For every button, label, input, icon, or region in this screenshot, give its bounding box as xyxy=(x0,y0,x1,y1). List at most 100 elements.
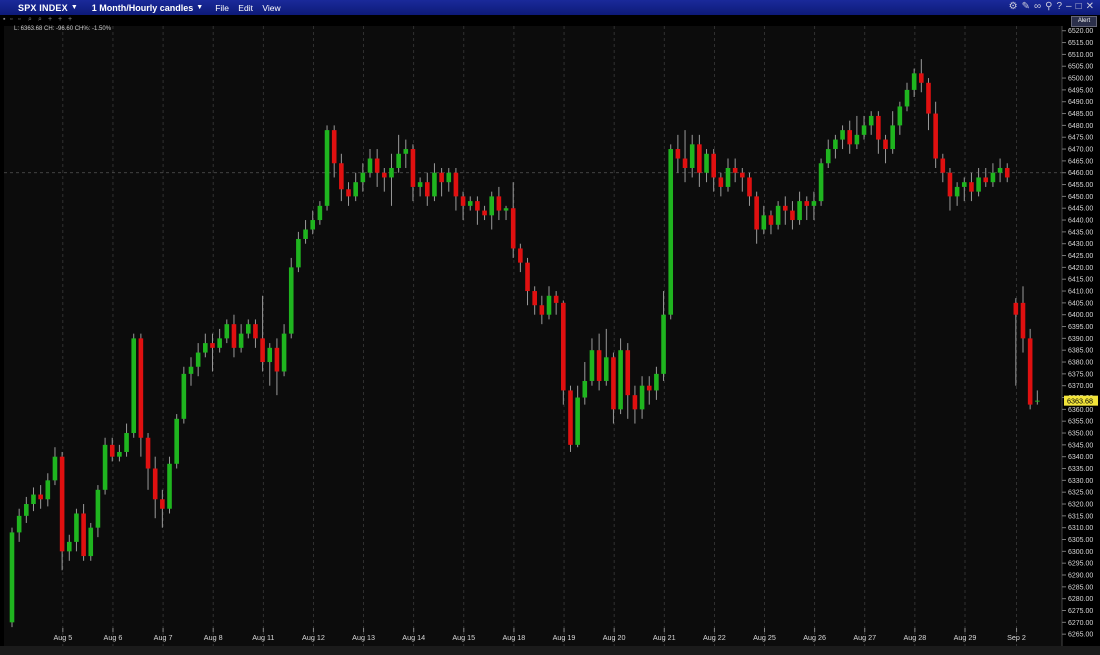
time-tick-label: Aug 7 xyxy=(154,633,173,642)
candle-body xyxy=(861,125,867,135)
candle-body xyxy=(811,201,817,206)
time-tick-label: Aug 12 xyxy=(302,633,325,642)
candle-body xyxy=(188,366,194,374)
candle-body xyxy=(654,373,659,391)
candle-body xyxy=(281,333,287,372)
price-tick-label: 6520.00 xyxy=(1068,28,1093,35)
candle-body xyxy=(833,139,838,150)
candle-body xyxy=(940,158,946,173)
price-tick-label: 6420.00 xyxy=(1068,265,1093,272)
candle-body xyxy=(145,437,151,469)
time-tick-label: Sep 2 xyxy=(1007,633,1026,642)
candle-body xyxy=(525,262,530,292)
price-tick-label: 6395.00 xyxy=(1068,324,1093,331)
navigator-strip[interactable] xyxy=(0,646,1100,655)
candle-body xyxy=(704,153,709,173)
price-tick-label: 6470.00 xyxy=(1068,147,1093,154)
candle-body xyxy=(553,295,559,303)
price-tick-label: 6310.00 xyxy=(1068,525,1093,532)
candle-body xyxy=(797,201,802,221)
candle-body xyxy=(260,338,265,363)
candle-body xyxy=(854,134,860,145)
candle-body xyxy=(890,125,895,150)
candle-body xyxy=(81,513,86,557)
candle-body xyxy=(575,397,580,445)
time-tick-label: Aug 5 xyxy=(53,633,72,642)
candle-body xyxy=(31,494,36,505)
time-tick-label: Aug 8 xyxy=(204,633,223,642)
candle-body xyxy=(310,220,316,230)
candle-body xyxy=(124,433,129,452)
price-axis: 6265.00 6270.00 6275.00 6280.00 6285.00 6290.… xyxy=(1062,28,1093,639)
candle-body xyxy=(568,390,573,445)
candle-body xyxy=(532,291,537,306)
price-tick-label: 6370.00 xyxy=(1068,383,1093,390)
candle-body xyxy=(396,153,401,168)
candle-body xyxy=(876,115,881,140)
time-tick-label: Aug 29 xyxy=(954,633,977,642)
time-tick-label: Aug 11 xyxy=(252,633,274,642)
price-tick-label: 6405.00 xyxy=(1068,300,1093,307)
candle-body xyxy=(990,172,996,183)
time-tick-label: Aug 14 xyxy=(402,633,425,642)
candle-body xyxy=(210,343,215,348)
time-tick-label: Aug 19 xyxy=(553,633,576,642)
candle-body xyxy=(782,205,788,211)
price-tick-label: 6355.00 xyxy=(1068,419,1093,426)
price-tick-label: 6390.00 xyxy=(1068,336,1093,343)
candle-body xyxy=(217,338,222,348)
candle-body xyxy=(1004,167,1010,178)
price-tick-label: 6410.00 xyxy=(1068,289,1093,296)
candle-body xyxy=(682,158,688,168)
candle-body xyxy=(933,113,938,159)
candle-body xyxy=(117,451,122,457)
candle-body xyxy=(768,215,774,225)
candle-body xyxy=(59,456,65,552)
price-tick-label: 6320.00 xyxy=(1068,502,1093,509)
candle-body xyxy=(611,357,616,410)
candle-body xyxy=(360,172,366,183)
candle-body xyxy=(238,333,244,348)
candle-body xyxy=(131,338,137,434)
candle-body xyxy=(639,385,645,410)
candle-body xyxy=(518,248,523,263)
candle-body xyxy=(475,201,480,211)
time-tick-label: Aug 15 xyxy=(452,633,475,642)
candle-body xyxy=(331,130,337,164)
candle-body xyxy=(253,324,258,339)
price-tick-label: 6475.00 xyxy=(1068,135,1093,142)
candle-body xyxy=(303,229,308,239)
price-tick-label: 6465.00 xyxy=(1068,158,1093,165)
candle-body xyxy=(496,196,502,211)
candle-body xyxy=(804,201,810,206)
price-tick-label: 6300.00 xyxy=(1068,549,1093,556)
price-tick-label: 6415.00 xyxy=(1068,277,1093,284)
price-tick-label: 6445.00 xyxy=(1068,206,1093,213)
price-tick-label: 6340.00 xyxy=(1068,454,1093,461)
candle-body xyxy=(589,350,595,381)
candle-body xyxy=(754,196,759,230)
candle-body xyxy=(561,302,566,391)
candle-body xyxy=(346,189,351,197)
price-tick-label: 6270.00 xyxy=(1068,620,1093,627)
candle-body xyxy=(625,350,631,396)
candle-body xyxy=(1027,338,1033,405)
price-tick-label: 6515.00 xyxy=(1068,40,1093,47)
candle-body xyxy=(632,395,638,410)
time-tick-label: Aug 25 xyxy=(753,633,776,642)
candle-body xyxy=(740,172,745,178)
price-tick-label: 6480.00 xyxy=(1068,123,1093,130)
price-tick-label: 6385.00 xyxy=(1068,348,1093,355)
candle-body xyxy=(389,167,394,178)
candle-body xyxy=(954,186,960,197)
candle-body xyxy=(339,163,344,190)
candlestick-chart[interactable]: 6265.00 6270.00 6275.00 6280.00 6285.00 6290.… xyxy=(0,0,1100,655)
price-tick-label: 6265.00 xyxy=(1068,632,1093,639)
candle-body xyxy=(174,418,179,464)
candle-body xyxy=(1020,302,1026,339)
candle xyxy=(561,300,566,405)
last-price-label: 6363.68 xyxy=(1067,397,1093,406)
time-tick-label: Aug 18 xyxy=(503,633,526,642)
candle-body xyxy=(181,373,187,419)
price-tick-label: 6285.00 xyxy=(1068,584,1093,591)
